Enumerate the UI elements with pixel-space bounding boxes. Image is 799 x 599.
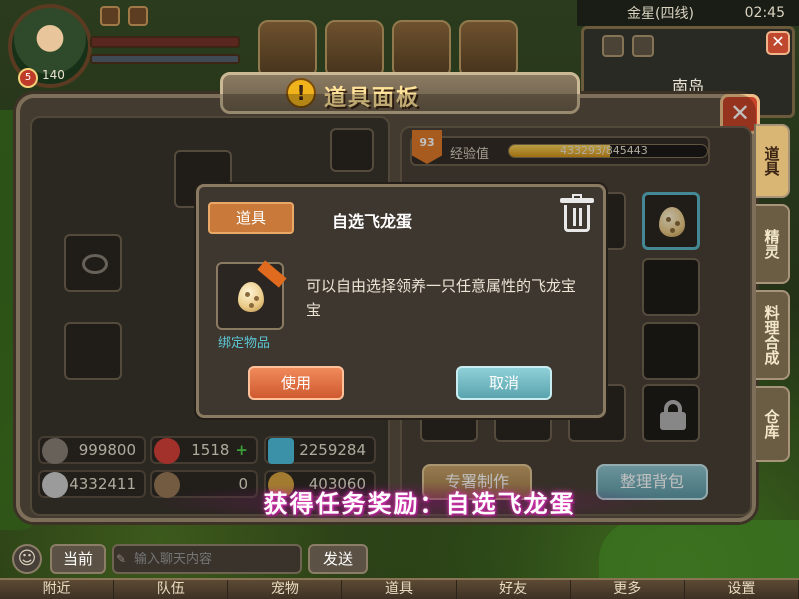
reward-banner-text: 获得任务奖励：自选飞龙蛋 <box>263 490 576 518</box>
hp-bar <box>90 36 240 48</box>
menu-icon-2[interactable] <box>325 20 384 78</box>
nav-settings[interactable]: 设置 <box>685 580 799 599</box>
nav-friends[interactable]: 好友 <box>457 580 571 599</box>
shop-icon[interactable] <box>392 20 451 78</box>
top-menu-icons <box>258 20 518 78</box>
dialog-description: 可以自由选择领养一只任意属性的飞龙宝宝 <box>306 277 577 319</box>
level-icon: 5 <box>18 68 38 88</box>
mp-bar <box>90 54 240 64</box>
nav-items[interactable]: 道具 <box>342 580 457 599</box>
pen-icon: ✎ <box>116 552 127 566</box>
map-expand-icon[interactable] <box>602 35 624 57</box>
status-icon[interactable] <box>128 6 148 26</box>
tree-foliage-right <box>599 520 799 580</box>
menu-icon-4[interactable] <box>459 20 518 78</box>
map-close-icon[interactable]: ✕ <box>766 31 790 55</box>
emoji-icon[interactable]: ☺ <box>12 544 42 574</box>
new-tag-icon <box>257 260 287 288</box>
chat-channel-button[interactable]: 当前 <box>50 544 106 574</box>
dragon-egg-icon <box>238 282 264 312</box>
nav-team[interactable]: 队伍 <box>114 580 229 599</box>
nav-nearby[interactable]: 附近 <box>0 580 115 599</box>
tab-spirits[interactable]: 精灵 <box>754 204 790 284</box>
trash-icon[interactable] <box>560 194 594 232</box>
buff-icon[interactable] <box>100 6 120 26</box>
nav-more[interactable]: 更多 <box>571 580 685 599</box>
bound-item-label: 绑定物品 <box>218 336 271 351</box>
menu-icon-1[interactable] <box>258 20 317 78</box>
dialog-item-slot <box>216 260 287 330</box>
server-status-bar: 金星(四线) 02:45 <box>577 0 799 26</box>
chat-input[interactable] <box>112 544 302 574</box>
map-settings-icon[interactable] <box>632 35 654 57</box>
clock-time: 02:45 <box>744 5 785 21</box>
send-button[interactable]: 发送 <box>308 544 368 574</box>
dialog-item-name: 自选飞龙蛋 <box>332 212 413 231</box>
use-button[interactable]: 使用 <box>248 366 344 400</box>
tab-items[interactable]: 道具 <box>754 124 790 198</box>
dialog-tab-items[interactable]: 道具 <box>208 202 294 234</box>
server-name: 金星(四线) <box>627 6 694 22</box>
bottom-nav: 附近 队伍 宠物 道具 好友 更多 设置 <box>0 578 799 599</box>
player-level: 140 <box>42 68 65 82</box>
nav-pets[interactable]: 宠物 <box>228 580 343 599</box>
tab-cooking[interactable]: 料理合成 <box>754 290 790 380</box>
cancel-button[interactable]: 取消 <box>456 366 552 400</box>
tab-storage[interactable]: 仓库 <box>754 386 790 462</box>
